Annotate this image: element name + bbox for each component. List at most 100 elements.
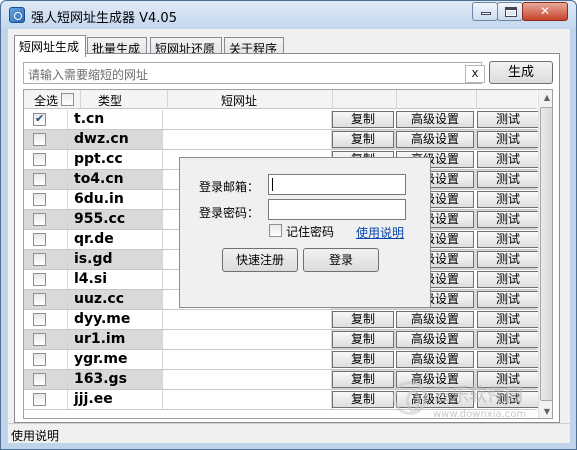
- select-all-checkbox[interactable]: [61, 93, 74, 106]
- advanced-settings-button[interactable]: 高级设置: [396, 311, 474, 328]
- tab-shorten[interactable]: 短网址生成: [14, 35, 86, 57]
- app-icon: [9, 7, 25, 23]
- scroll-up-arrow-icon[interactable]: ▲: [539, 90, 552, 106]
- vertical-scrollbar[interactable]: ▲ ▼: [538, 90, 552, 418]
- row-checkbox[interactable]: [33, 353, 46, 366]
- row-checkbox[interactable]: [33, 273, 46, 286]
- row-checkbox-cell: [24, 270, 68, 289]
- row-checkbox[interactable]: [33, 313, 46, 326]
- row-checkbox[interactable]: [33, 213, 46, 226]
- row-checkbox-cell: [24, 110, 68, 129]
- row-checkbox[interactable]: [33, 253, 46, 266]
- title-bar[interactable]: 强人短网址生成器 V4.05 ✕: [1, 1, 576, 29]
- test-button[interactable]: 测试: [477, 191, 539, 208]
- table-row[interactable]: ur1.im 复制 高级设置 测试: [24, 330, 539, 350]
- copy-button[interactable]: 复制: [332, 311, 394, 328]
- row-checkbox[interactable]: [33, 133, 46, 146]
- header-divider: [80, 90, 81, 109]
- row-checkbox[interactable]: [33, 173, 46, 186]
- copy-button[interactable]: 复制: [332, 351, 394, 368]
- email-label: 登录邮箱：: [199, 180, 260, 194]
- test-button[interactable]: 测试: [477, 311, 539, 328]
- test-button[interactable]: 测试: [477, 331, 539, 348]
- row-short-url-cell[interactable]: [162, 130, 332, 149]
- copy-button[interactable]: 复制: [332, 111, 394, 128]
- test-button[interactable]: 测试: [477, 171, 539, 188]
- test-button[interactable]: 测试: [477, 251, 539, 268]
- advanced-settings-button[interactable]: 高级设置: [396, 331, 474, 348]
- table-row[interactable]: dyy.me 复制 高级设置 测试: [24, 310, 539, 330]
- row-short-url-cell[interactable]: [162, 350, 332, 369]
- status-bar: 使用说明: [8, 423, 570, 443]
- row-checkbox[interactable]: [33, 112, 46, 126]
- row-type: ur1.im: [74, 331, 126, 347]
- advanced-settings-button[interactable]: 高级设置: [396, 111, 474, 128]
- generate-button[interactable]: 生成: [489, 61, 553, 84]
- clear-button[interactable]: x: [465, 65, 485, 83]
- row-short-url-cell[interactable]: [162, 330, 332, 349]
- row-type: 6du.in: [74, 191, 124, 207]
- copy-button[interactable]: 复制: [332, 371, 394, 388]
- header-divider: [332, 90, 333, 109]
- table-row[interactable]: ygr.me 复制 高级设置 测试: [24, 350, 539, 370]
- tab-page: 请输入需要缩短的网址 x 生成 全选 类型 短网址 t.cn复制高级设置测试dw…: [14, 53, 560, 423]
- row-type: qr.de: [74, 231, 114, 247]
- close-button[interactable]: ✕: [522, 2, 568, 21]
- row-short-url-cell[interactable]: [162, 110, 332, 129]
- row-checkbox[interactable]: [33, 333, 46, 346]
- row-checkbox[interactable]: [33, 373, 46, 386]
- url-input-placeholder: 请输入需要缩短的网址: [28, 68, 149, 82]
- copy-button[interactable]: 复制: [332, 131, 394, 148]
- table-row[interactable]: t.cn 复制高级设置测试: [24, 110, 539, 130]
- watermark-title: 三乐软件园: [433, 385, 523, 406]
- test-button[interactable]: 测试: [477, 211, 539, 228]
- quick-register-button[interactable]: 快速注册: [222, 248, 298, 272]
- help-link[interactable]: 使用说明: [356, 224, 404, 241]
- advanced-settings-button[interactable]: 高级设置: [396, 351, 474, 368]
- maximize-button[interactable]: [497, 2, 523, 21]
- row-checkbox-cell: [24, 310, 68, 329]
- minimize-button[interactable]: [472, 2, 498, 21]
- advanced-settings-button[interactable]: 高级设置: [396, 131, 474, 148]
- url-input[interactable]: 请输入需要缩短的网址 x: [23, 62, 485, 84]
- table-row[interactable]: dwz.cn 复制 高级设置 测试: [24, 130, 539, 150]
- row-short-url-cell[interactable]: [162, 310, 332, 329]
- row-type: dwz.cn: [74, 131, 129, 147]
- watermark-url: www.downxia.com: [433, 409, 527, 420]
- row-checkbox[interactable]: [33, 233, 46, 246]
- test-button[interactable]: 测试: [477, 271, 539, 288]
- row-type: 955.cc: [74, 211, 126, 227]
- grid-header: 全选 类型 短网址: [24, 90, 537, 109]
- email-field[interactable]: [268, 174, 406, 195]
- test-button[interactable]: 测试: [477, 151, 539, 168]
- copy-button[interactable]: 复制: [332, 331, 394, 348]
- row-short-url-cell[interactable]: [162, 390, 332, 409]
- password-field[interactable]: [268, 199, 406, 220]
- test-button[interactable]: 测试: [477, 131, 539, 148]
- row-checkbox-cell: [24, 150, 68, 169]
- test-button[interactable]: 测试: [477, 111, 539, 128]
- row-type: uuz.cc: [74, 291, 124, 307]
- row-type: dyy.me: [74, 311, 131, 327]
- test-button[interactable]: 测试: [477, 351, 539, 368]
- row-type: t.cn: [74, 111, 105, 127]
- status-text: 使用说明: [11, 429, 60, 443]
- copy-button[interactable]: 复制: [332, 391, 394, 408]
- row-short-url-cell[interactable]: [162, 370, 332, 389]
- test-button[interactable]: 测试: [477, 231, 539, 248]
- login-button[interactable]: 登录: [303, 248, 379, 272]
- row-checkbox[interactable]: [33, 393, 46, 406]
- header-divider: [476, 90, 477, 109]
- row-checkbox-cell: [24, 390, 68, 409]
- row-checkbox-cell: [24, 250, 68, 269]
- site-watermark: 三乐软件园 www.downxia.com: [393, 381, 563, 423]
- scroll-thumb[interactable]: [540, 107, 552, 401]
- row-checkbox[interactable]: [33, 293, 46, 306]
- short-url-header: 短网址: [221, 94, 258, 108]
- test-button[interactable]: 测试: [477, 291, 539, 308]
- row-type: 163.gs: [74, 371, 127, 387]
- row-checkbox[interactable]: [33, 193, 46, 206]
- remember-password-checkbox[interactable]: [269, 224, 282, 237]
- login-popup: 登录邮箱： 登录密码： 记住密码 使用说明 快速注册 登录: [179, 157, 431, 308]
- row-checkbox[interactable]: [33, 153, 46, 166]
